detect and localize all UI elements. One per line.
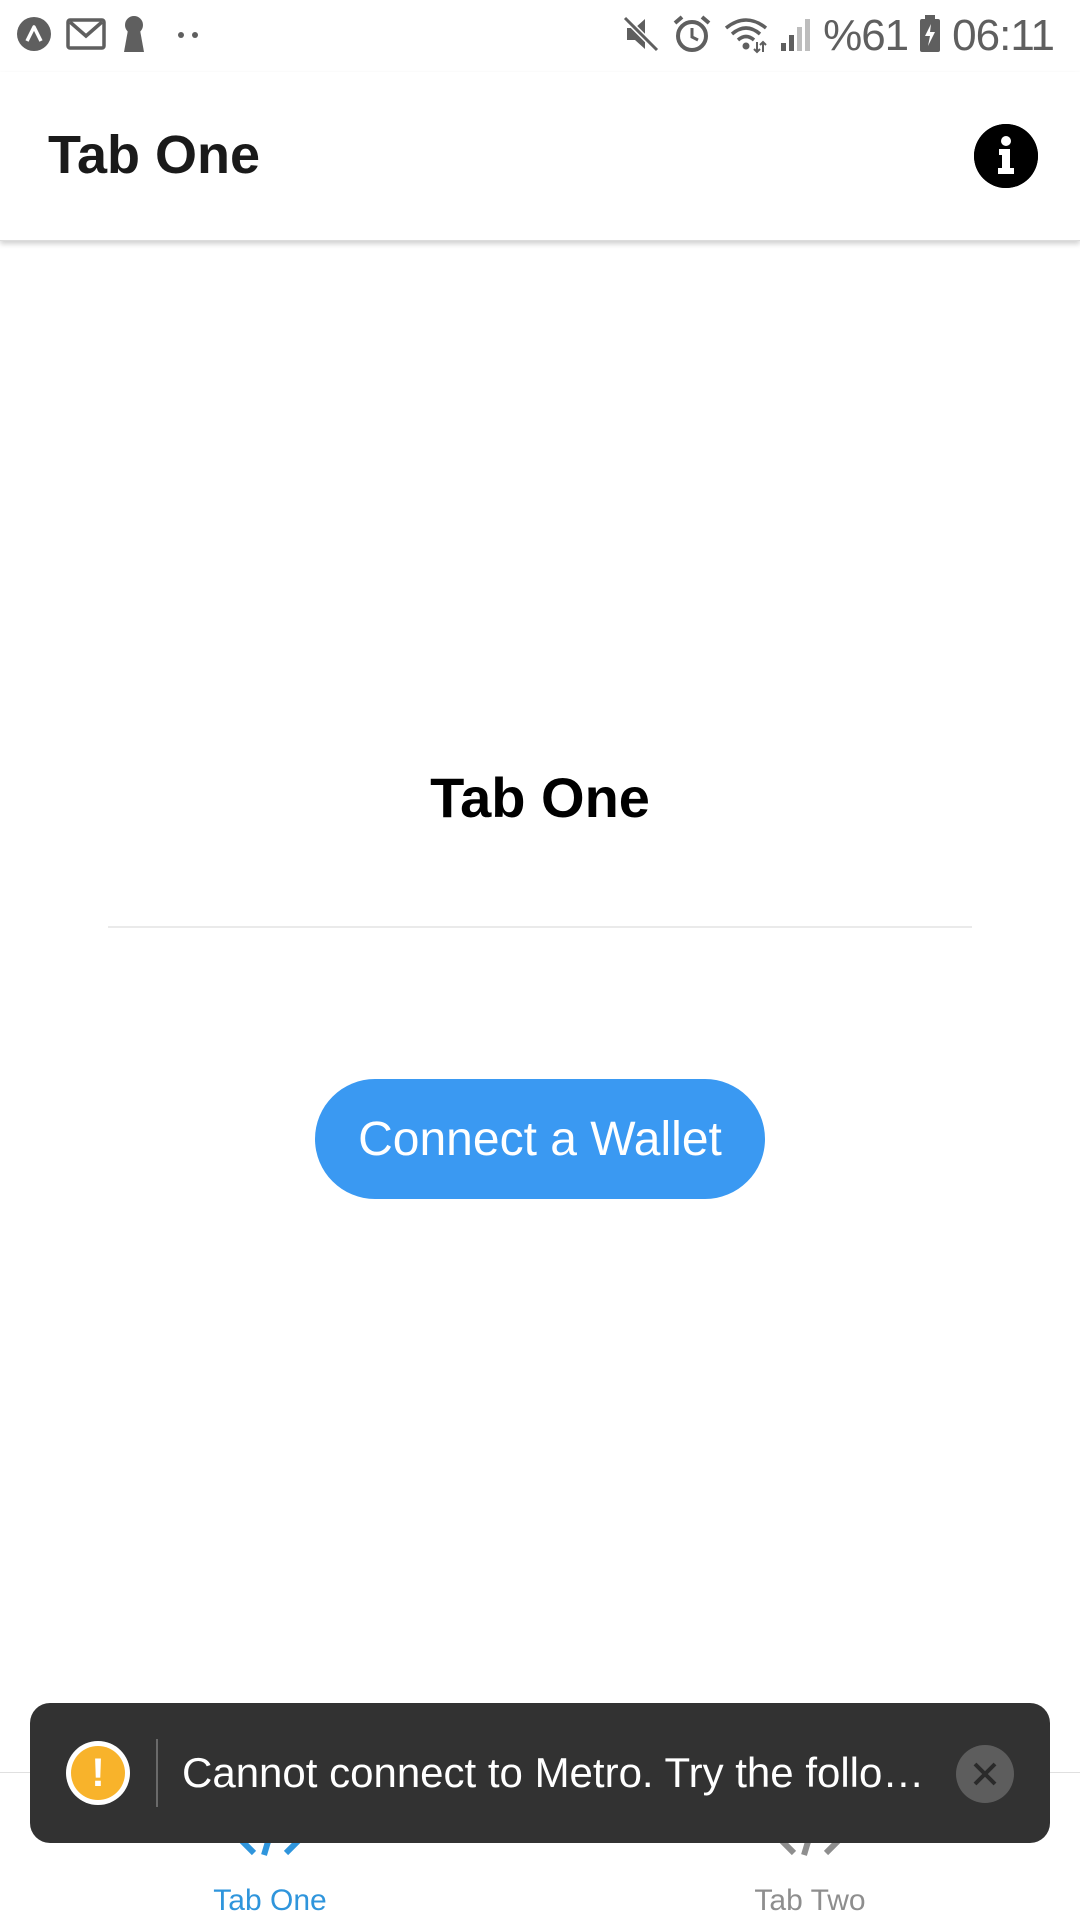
- metro-error-toast[interactable]: ! Cannot connect to Metro. Try the follo…: [30, 1703, 1050, 1843]
- page-title: Tab One: [430, 766, 650, 829]
- gmail-icon: [66, 17, 106, 55]
- more-dots-icon: [176, 27, 200, 45]
- separator: [108, 926, 972, 928]
- header-title: Tab One: [48, 125, 261, 185]
- battery-percent: %61: [823, 11, 909, 60]
- mute-icon: [621, 14, 661, 59]
- status-bar: %61 06:11: [0, 0, 1080, 72]
- connect-wallet-button[interactable]: Connect a Wallet: [315, 1079, 765, 1199]
- tab-two-label: Tab Two: [754, 1884, 866, 1917]
- info-icon[interactable]: [974, 124, 1038, 188]
- app-header: Tab One: [0, 72, 1080, 241]
- status-time: 06:11: [952, 11, 1055, 60]
- app-screen: %61 06:11 Tab One Tab One Connect a Wall…: [0, 0, 1080, 1920]
- battery-charging-icon: [918, 14, 942, 59]
- status-right-icons: %61 06:11: [621, 10, 1055, 62]
- signal-icon: [779, 15, 813, 58]
- toast-divider: [156, 1739, 158, 1807]
- expo-icon: [16, 16, 52, 57]
- status-left-icons: [16, 14, 200, 58]
- wifi-icon: [723, 14, 769, 59]
- alarm-icon: [671, 13, 713, 60]
- keyhole-icon: [120, 14, 148, 59]
- warning-icon: !: [66, 1741, 130, 1805]
- toast-message: Cannot connect to Metro. Try the follo…: [182, 1749, 925, 1796]
- tab-one-label: Tab One: [213, 1884, 327, 1917]
- close-icon[interactable]: [956, 1745, 1014, 1803]
